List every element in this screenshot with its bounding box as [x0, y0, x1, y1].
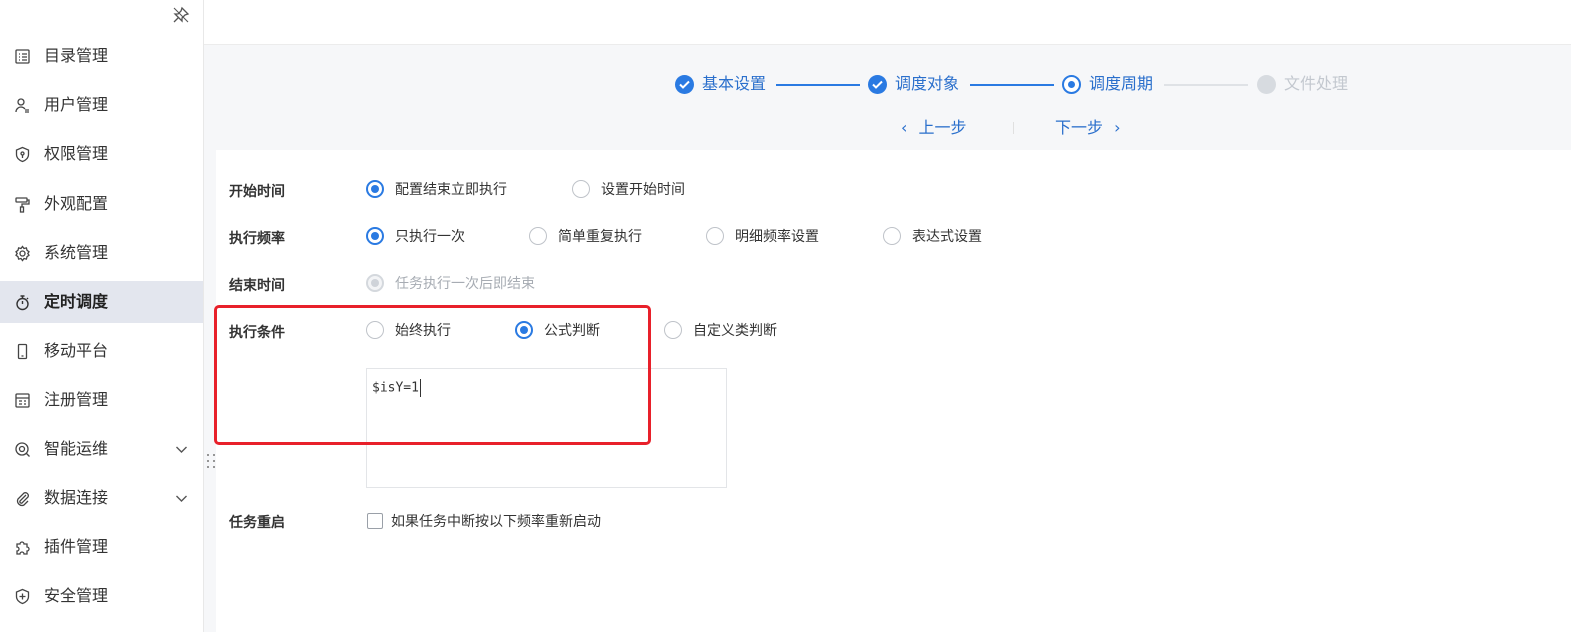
set-start-time-radio[interactable]: 设置开始时间 — [572, 179, 685, 199]
paint-roller-icon — [15, 197, 30, 213]
sidebar-item-intelligent-ops[interactable]: 智能运维 — [0, 428, 203, 470]
sidebar-item-catalog[interactable]: 目录管理 — [0, 35, 203, 77]
sidebar-item-permissions[interactable]: 权限管理 — [0, 133, 203, 175]
sidebar: 目录管理 用户管理 权限管理 外观配置 系统管理 定时调度 移动平台 注册管理 … — [0, 0, 204, 632]
step-basic-settings: 基本设置 — [675, 73, 766, 95]
register-icon — [15, 393, 30, 408]
pin-icon[interactable] — [172, 6, 190, 24]
chevron-down-icon[interactable] — [175, 443, 188, 456]
sidebar-item-plugins[interactable]: 插件管理 — [0, 526, 203, 568]
restart-checkbox[interactable]: 如果任务中断按以下频率重新启动 — [367, 511, 601, 531]
sidebar-item-label: 定时调度 — [44, 292, 109, 311]
expression-radio[interactable]: 表达式设置 — [883, 226, 982, 246]
sidebar-item-data-connection[interactable]: 数据连接 — [0, 477, 203, 519]
frequency-label: 执行频率 — [229, 231, 285, 247]
detailed-frequency-radio[interactable]: 明细频率设置 — [706, 226, 819, 246]
radio-dot — [572, 180, 590, 198]
always-execute-radio[interactable]: 始终执行 — [366, 320, 451, 340]
radio-dot — [366, 227, 384, 245]
custom-class-radio[interactable]: 自定义类判断 — [664, 320, 777, 340]
step-schedule-period: 调度周期 — [1062, 73, 1153, 95]
step-label: 调度周期 — [1089, 74, 1154, 93]
mobile-icon — [17, 343, 28, 360]
puzzle-icon — [16, 541, 30, 555]
check-icon — [868, 74, 887, 94]
sidebar-item-mobile[interactable]: 移动平台 — [0, 330, 203, 372]
sidebar-item-scheduling[interactable]: 定时调度 — [0, 281, 203, 323]
step-label: 调度对象 — [895, 74, 960, 93]
restart-label: 任务重启 — [229, 515, 285, 531]
radio-dot — [529, 227, 547, 245]
step-connector — [1164, 84, 1248, 86]
ops-icon — [15, 442, 30, 457]
prev-step-button[interactable]: ‹ 上一步 — [901, 116, 967, 140]
formula-text: $isY=1 — [372, 380, 419, 396]
radio-dot — [515, 321, 533, 339]
sidebar-item-label: 系统管理 — [44, 243, 109, 262]
start-immediately-radio[interactable]: 配置结束立即执行 — [366, 179, 507, 199]
step-file-processing: 文件处理 — [1257, 73, 1348, 95]
radio-dot — [366, 321, 384, 339]
end-time-label: 结束时间 — [229, 278, 285, 294]
condition-label: 执行条件 — [229, 325, 285, 341]
chevron-down-icon[interactable] — [175, 492, 188, 505]
next-step-button[interactable]: 下一步 › — [1055, 116, 1121, 140]
check-icon — [675, 74, 694, 94]
simple-repeat-radio[interactable]: 简单重复执行 — [529, 226, 642, 246]
sidebar-item-label: 插件管理 — [44, 537, 109, 556]
sidebar-item-label: 智能运维 — [44, 439, 109, 458]
chevron-left-icon: ‹ — [901, 118, 908, 137]
sidebar-item-label: 外观配置 — [44, 194, 109, 213]
gear-icon — [15, 245, 30, 262]
formula-input[interactable]: $isY=1 — [366, 368, 727, 488]
top-bar — [204, 0, 1571, 45]
radio-dot — [883, 227, 901, 245]
stopwatch-icon — [16, 295, 29, 311]
text-caret — [419, 379, 421, 397]
step-label: 基本设置 — [702, 74, 767, 93]
step-connector — [970, 84, 1054, 86]
start-time-label: 开始时间 — [229, 184, 285, 200]
pending-step-icon — [1257, 74, 1276, 94]
user-icon — [15, 98, 29, 113]
current-step-icon — [1062, 74, 1081, 94]
sidebar-item-label: 移动平台 — [44, 341, 109, 360]
step-connector — [776, 84, 860, 86]
sidebar-item-registration[interactable]: 注册管理 — [0, 379, 203, 421]
formula-judgment-radio[interactable]: 公式判断 — [515, 320, 600, 340]
paperclip-icon — [16, 492, 29, 507]
sidebar-item-label: 用户管理 — [44, 95, 109, 114]
step-label: 文件处理 — [1284, 74, 1349, 93]
radio-dot — [664, 321, 682, 339]
end-after-once-radio: 任务执行一次后即结束 — [366, 273, 535, 293]
radio-dot — [706, 227, 724, 245]
chevron-right-icon: › — [1114, 118, 1121, 137]
radio-dot — [366, 274, 384, 292]
drag-handle-icon[interactable] — [206, 453, 216, 469]
divider — [1013, 122, 1014, 134]
sidebar-item-appearance[interactable]: 外观配置 — [0, 183, 203, 225]
checkbox-box — [367, 513, 383, 529]
sidebar-item-label: 注册管理 — [44, 390, 109, 409]
sidebar-item-security[interactable]: 安全管理 — [0, 575, 203, 617]
sidebar-item-system[interactable]: 系统管理 — [0, 232, 203, 274]
radio-dot — [366, 180, 384, 198]
run-once-radio[interactable]: 只执行一次 — [366, 226, 465, 246]
security-shield-icon — [15, 588, 30, 605]
sidebar-item-label: 目录管理 — [44, 46, 109, 65]
sidebar-item-label: 权限管理 — [44, 144, 109, 163]
sidebar-item-label: 安全管理 — [44, 586, 109, 605]
shield-icon — [15, 146, 30, 163]
list-icon — [15, 49, 30, 64]
sidebar-item-label: 数据连接 — [44, 488, 109, 507]
sidebar-item-users[interactable]: 用户管理 — [0, 84, 203, 126]
step-schedule-object: 调度对象 — [868, 73, 959, 95]
